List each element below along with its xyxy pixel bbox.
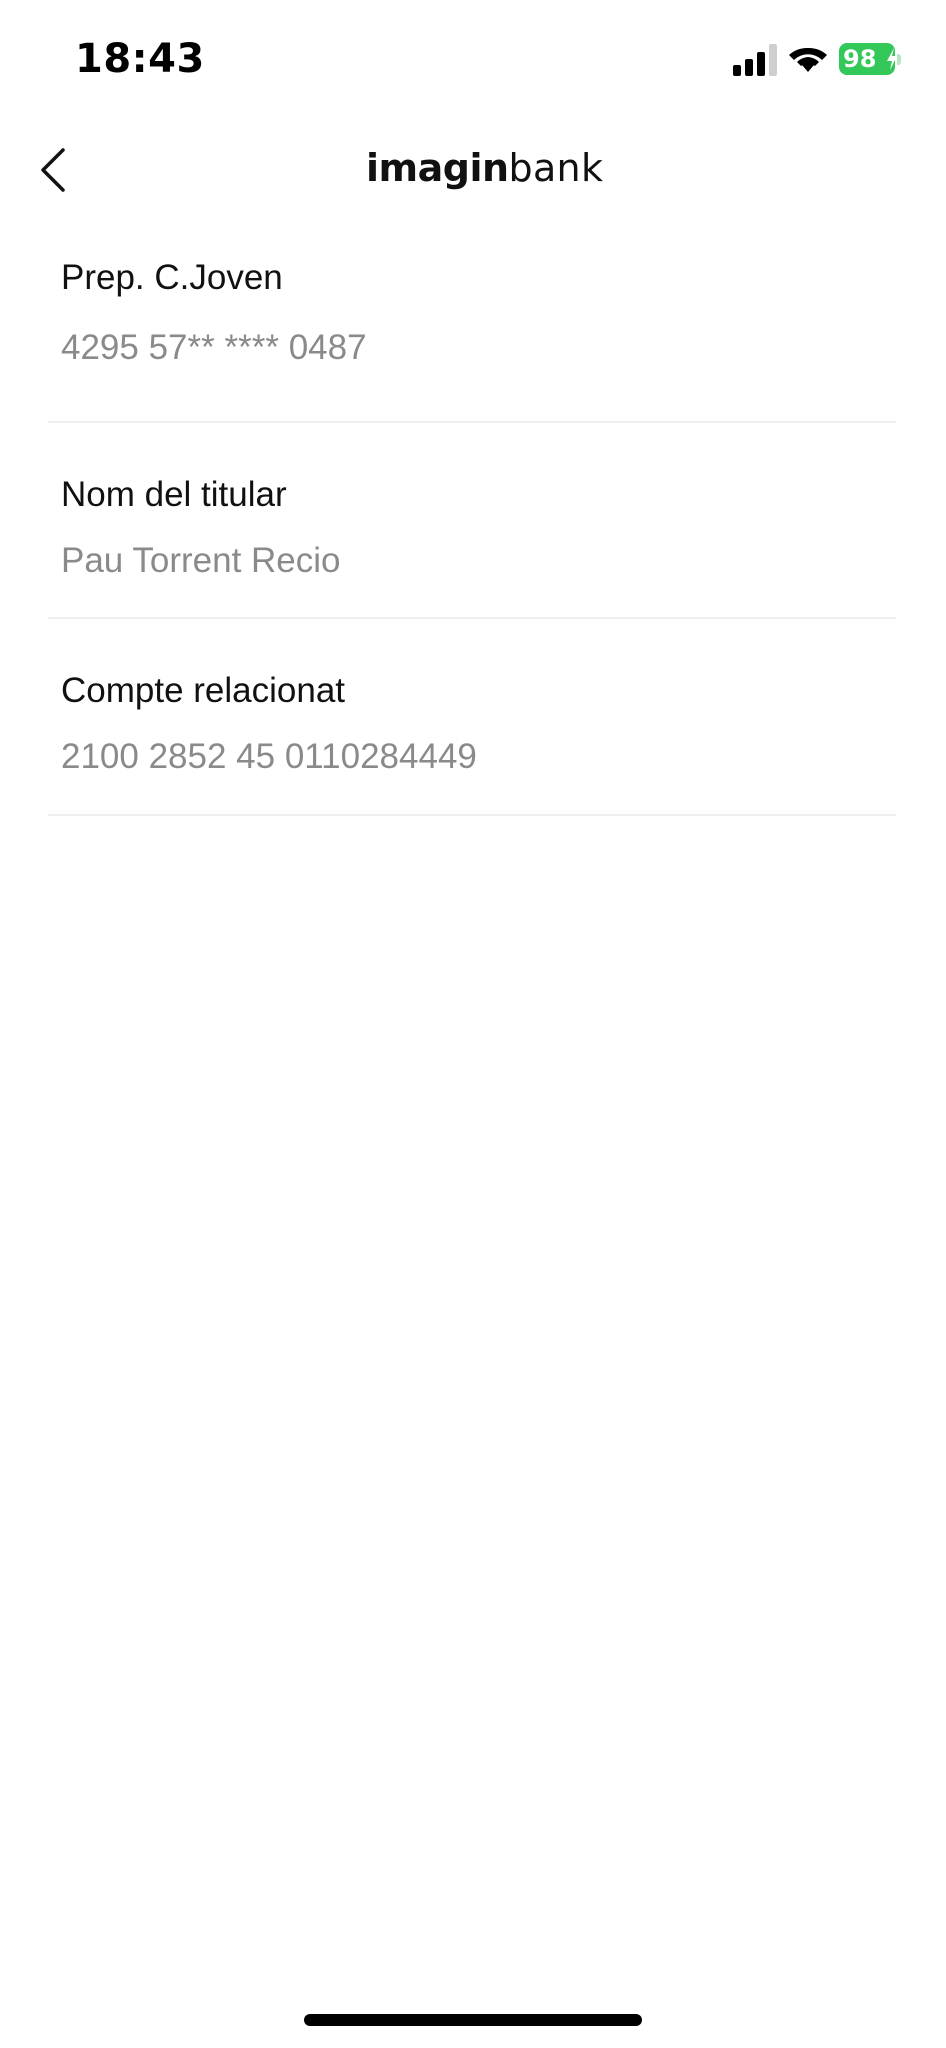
related-account-row: Compte relacionat 2100 2852 45 011028444… (48, 619, 896, 816)
status-bar: 18:43 98 (0, 0, 946, 120)
imaginbank-logo: imaginbank (366, 144, 603, 192)
holder-name-label: Nom del titular (61, 475, 287, 514)
holder-name-row: Nom del titular Pau Torrent Recio (48, 423, 896, 619)
chevron-left-icon (41, 148, 65, 192)
back-button[interactable] (28, 140, 78, 200)
holder-name-value: Pau Torrent Recio (61, 541, 341, 580)
card-number-row: Prep. C.Joven 4295 57** **** 0487 (48, 220, 896, 423)
logo-bold-text: imagin (366, 146, 509, 190)
signal-icon (733, 44, 777, 76)
wifi-icon (789, 47, 827, 72)
battery-nub (897, 54, 901, 65)
status-time: 18:43 (75, 36, 205, 82)
related-account-label: Compte relacionat (61, 671, 346, 710)
battery-icon: 98 (839, 43, 901, 75)
card-details-list: Prep. C.Joven 4295 57** **** 0487 Nom de… (0, 220, 946, 816)
logo-light-text: bank (508, 146, 604, 190)
card-type-label: Prep. C.Joven (61, 258, 283, 297)
header: imaginbank (0, 120, 946, 220)
home-indicator[interactable] (304, 2014, 642, 2026)
related-account-value: 2100 2852 45 0110284449 (61, 737, 477, 776)
card-number-value: 4295 57** **** 0487 (61, 328, 367, 367)
